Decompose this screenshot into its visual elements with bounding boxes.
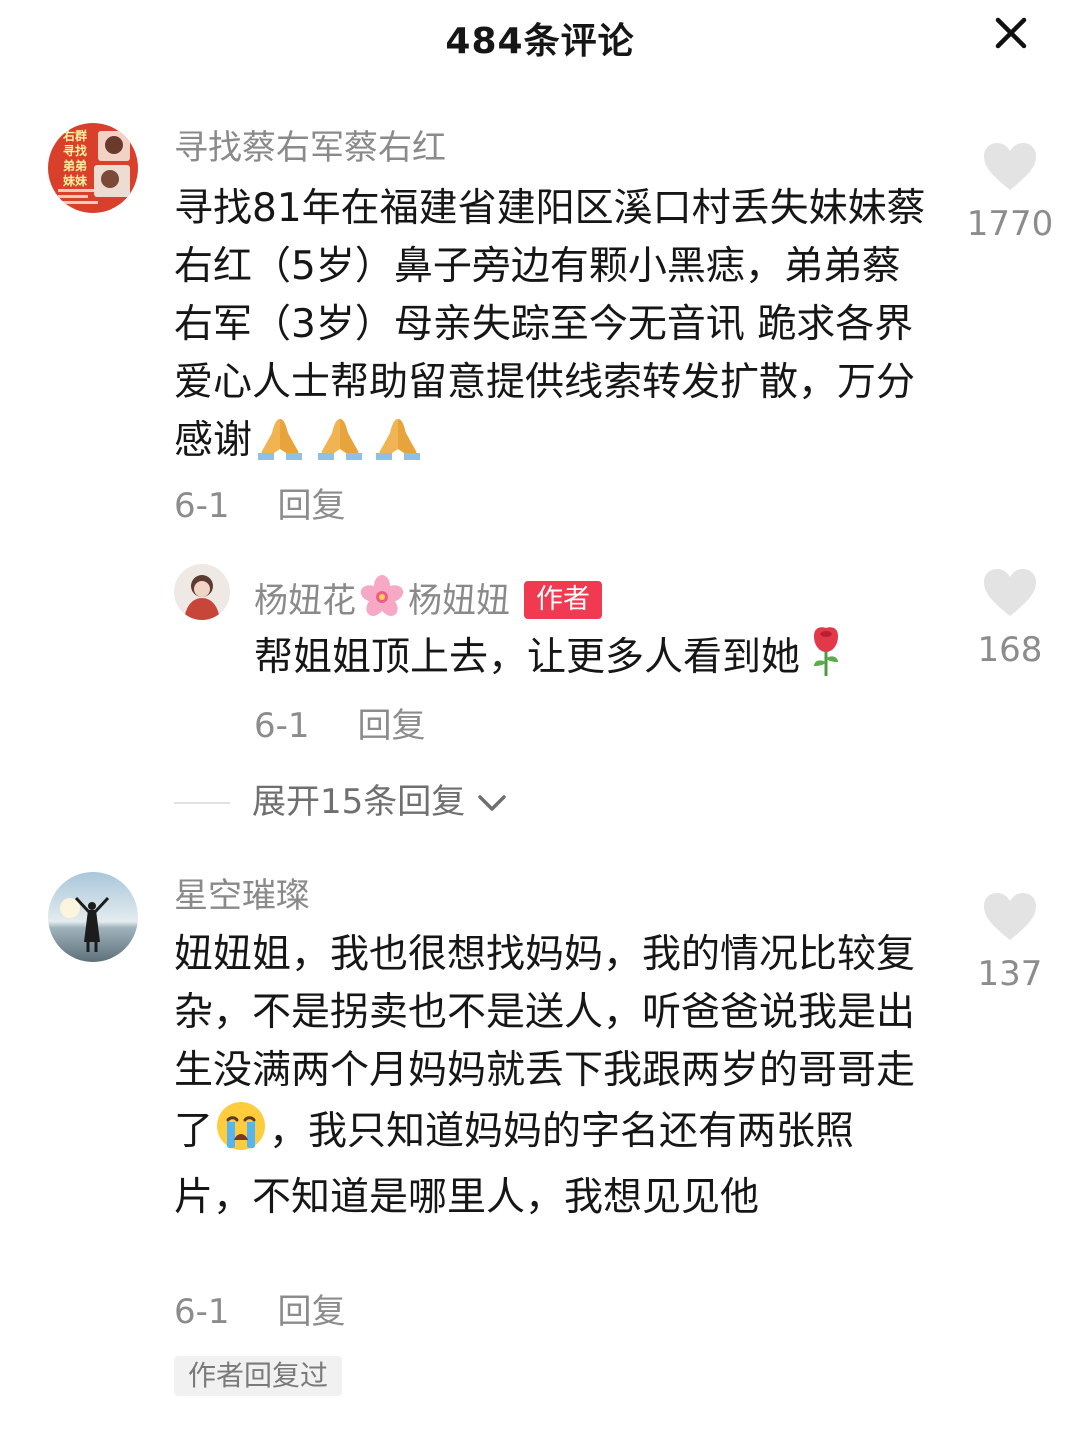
reply-button[interactable]: 回复 <box>278 486 346 526</box>
like-button[interactable]: 137 <box>955 892 1065 994</box>
comment-meta: 6-1 回复 <box>174 486 346 526</box>
author-badge: 作者 <box>524 581 602 619</box>
like-count: 137 <box>977 954 1043 994</box>
chevron-down-icon <box>478 795 506 811</box>
avatar[interactable]: 右群 寻找 弟弟 妹妹 <box>48 123 138 213</box>
reply-text: 帮姐姐顶上去，让更多人看到她 <box>254 624 934 695</box>
avatar-image <box>174 564 230 620</box>
avatar[interactable] <box>48 872 138 962</box>
crying-face-emoji <box>215 1100 267 1169</box>
expand-replies-label: 展开15条回复 <box>252 782 466 822</box>
heart-icon <box>984 143 1036 190</box>
reply-text-body: 帮姐姐顶上去，让更多人看到她 <box>254 635 801 680</box>
close-button[interactable] <box>984 10 1040 58</box>
avatar-image <box>48 872 138 962</box>
heart-icon <box>984 569 1036 616</box>
avatar-text-line: 弟弟 <box>62 159 87 173</box>
divider <box>174 802 230 804</box>
reply-username-part1: 杨妞花 <box>254 581 356 621</box>
expand-replies-button[interactable]: 展开15条回复 <box>252 782 508 822</box>
avatar[interactable] <box>174 564 230 620</box>
reply-button[interactable]: 回复 <box>278 1292 346 1332</box>
like-count: 1770 <box>966 204 1054 244</box>
like-count: 168 <box>977 630 1043 670</box>
comment-text-part2: ，我只知道妈妈的字名还有两张照片，不知道是哪里人，我想见见他 <box>174 1109 855 1220</box>
heart-icon <box>984 893 1036 940</box>
like-button[interactable]: 168 <box>955 568 1065 670</box>
reply-date: 6-1 <box>254 706 310 746</box>
rose-emoji <box>808 624 844 695</box>
close-icon <box>995 17 1027 49</box>
author-replied-tag[interactable]: 作者回复过 <box>174 1356 343 1396</box>
reply-button[interactable]: 回复 <box>358 706 426 746</box>
comment-text: 寻找81年在福建省建阳区溪口村丢失妹妹蔡右红（5岁）鼻子旁边有颗小黑痣，弟弟蔡右… <box>174 180 934 478</box>
comments-title: 484条评论 <box>445 21 635 62</box>
cherry-blossom-emoji <box>358 574 406 629</box>
comment-meta: 6-1 回复 <box>174 1292 346 1332</box>
like-button[interactable]: 1770 <box>955 142 1065 244</box>
comment-text: 妞妞姐，我也很想找妈妈，我的情况比较复杂，不是拐卖也不是送人，听爸爸说我是出生没… <box>174 926 919 1227</box>
reply-username[interactable]: 杨妞花 杨妞妞 作者 <box>254 574 602 629</box>
reply-meta: 6-1 回复 <box>254 706 426 746</box>
comment-username[interactable]: 星空璀璨 <box>174 876 310 916</box>
avatar-text-line: 右群 <box>62 129 87 143</box>
comment-username[interactable]: 寻找蔡右军蔡右红 <box>174 128 446 168</box>
avatar-text-line: 妹妹 <box>62 174 87 188</box>
folded-hands-emoji <box>252 415 421 478</box>
reply-username-part2: 杨妞妞 <box>408 581 510 621</box>
comment-date: 6-1 <box>174 1292 230 1332</box>
avatar-text-line: 寻找 <box>62 144 87 158</box>
comment-date: 6-1 <box>174 486 230 526</box>
